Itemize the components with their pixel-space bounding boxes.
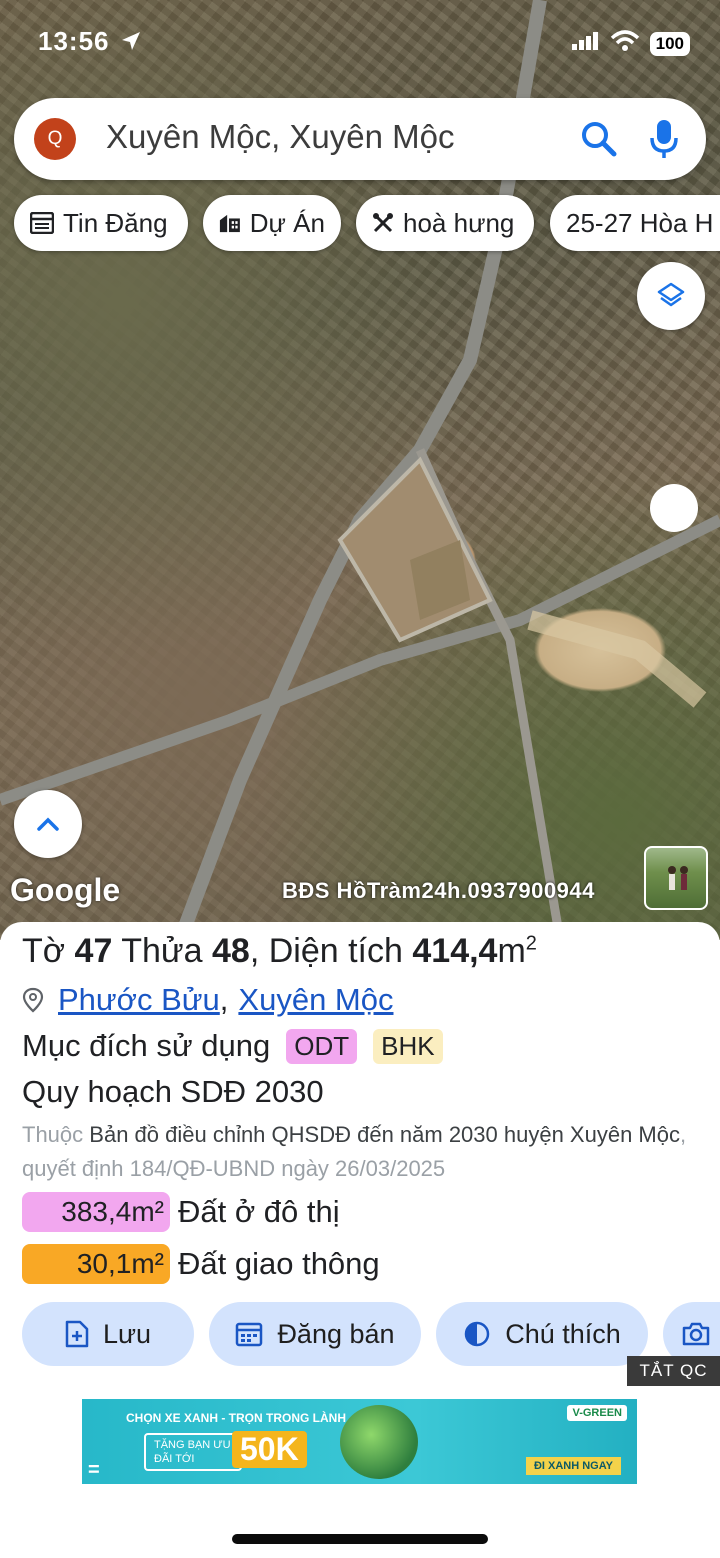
area-label: , Diện tích bbox=[249, 932, 403, 970]
legend-button[interactable]: Chú thích bbox=[436, 1302, 648, 1366]
area-value-residential: 383,4m² bbox=[22, 1192, 170, 1232]
chip-du-an[interactable]: Dự Án bbox=[203, 195, 341, 251]
chevron-up-icon bbox=[37, 817, 59, 831]
to-value: 47 bbox=[74, 932, 113, 970]
map-watermark: BĐS HồTràm24h.0937900944 bbox=[282, 878, 595, 903]
save-label: Lưu bbox=[102, 1318, 152, 1349]
chip-label: Tin Đăng bbox=[63, 207, 168, 238]
layers-icon bbox=[657, 282, 685, 307]
action-buttons: Lưu Đăng bán Chú thích bbox=[22, 1302, 720, 1366]
layers-button[interactable] bbox=[637, 262, 705, 330]
location-arrow-icon bbox=[120, 30, 142, 57]
planning-title: Quy hoạch SDĐ 2030 bbox=[22, 1074, 324, 1109]
contrast-icon bbox=[464, 1321, 490, 1347]
area-breakdown-residential: 383,4m² Đất ở đô thị bbox=[22, 1192, 340, 1232]
signal-icon bbox=[571, 32, 600, 55]
desc-main[interactable]: Bản đồ điều chỉnh QHSDĐ đến năm 2030 huy… bbox=[89, 1122, 680, 1147]
wifi-icon bbox=[610, 30, 640, 57]
chip-tin-dang[interactable]: Tin Đăng bbox=[14, 195, 188, 251]
search-input[interactable]: Xuyên Mộc, Xuyên Mộc bbox=[106, 118, 455, 156]
ad-brand: V-GREEN bbox=[567, 1405, 627, 1421]
chip-address[interactable]: 25-27 Hòa H bbox=[550, 195, 720, 251]
close-ad-button[interactable]: TẮT QC bbox=[627, 1356, 720, 1386]
thua-value: 48 bbox=[212, 932, 250, 970]
legend-label: Chú thích bbox=[505, 1318, 621, 1349]
area-unit-sup: 2 bbox=[525, 932, 537, 955]
ad-banner[interactable]: CHỌN XE XANH - TRỌN TRONG LÀNH TẶNG BẠN … bbox=[82, 1399, 637, 1484]
post-sale-label: Đăng bán bbox=[277, 1318, 395, 1349]
location-separator: , bbox=[219, 982, 229, 1017]
desc-prefix: Thuộc bbox=[22, 1122, 84, 1147]
camera-icon bbox=[682, 1322, 709, 1346]
location-pin-icon bbox=[22, 987, 44, 1013]
chip-label: Dự Án bbox=[249, 207, 325, 238]
parcel-title: Tờ 47 Thửa 48, Diện tích 414,4m2 bbox=[22, 932, 537, 971]
chip-label: hoà hưng bbox=[403, 207, 515, 238]
status-time: 13:56 bbox=[38, 26, 110, 56]
area-unit: m bbox=[497, 932, 526, 970]
district-link[interactable]: Xuyên Mộc bbox=[238, 982, 393, 1018]
calendar-icon bbox=[236, 1322, 263, 1347]
area-label-traffic: Đất giao thông bbox=[178, 1246, 380, 1281]
area-value-traffic: 30,1m² bbox=[22, 1244, 170, 1284]
purpose-badge-odt: ODT bbox=[286, 1028, 358, 1064]
purpose-label: Mục đích sử dụng bbox=[22, 1028, 271, 1063]
search-bar[interactable]: Q Xuyên Mộc, Xuyên Mộc bbox=[14, 98, 706, 180]
google-logo: Google bbox=[10, 872, 121, 908]
ward-link[interactable]: Phước Bửu bbox=[58, 982, 220, 1018]
expand-up-button[interactable] bbox=[14, 790, 82, 858]
battery-indicator: 100 bbox=[649, 31, 690, 56]
parcel-location: Phước Bửu, Xuyên Mộc bbox=[22, 982, 393, 1018]
chip-label: 25-27 Hòa H bbox=[566, 207, 714, 238]
area-label-residential: Đất ở đô thị bbox=[178, 1194, 340, 1229]
save-icon bbox=[65, 1320, 89, 1348]
area-value: 414,4 bbox=[412, 932, 498, 970]
planning-description: Thuộc Bản đồ điều chỉnh QHSDĐ đến năm 20… bbox=[22, 1118, 712, 1186]
ad-offer-value: 50K bbox=[232, 1431, 307, 1468]
photo-thumbnail[interactable] bbox=[644, 846, 708, 910]
area-breakdown-traffic: 30,1m² Đất giao thông bbox=[22, 1244, 380, 1284]
map-marker-dot[interactable] bbox=[650, 484, 698, 532]
ad-menu-icon: = bbox=[88, 1459, 100, 1481]
post-sale-button[interactable]: Đăng bán bbox=[209, 1302, 421, 1366]
globe-icon bbox=[340, 1405, 418, 1479]
building-icon bbox=[219, 214, 240, 233]
ad-headline: CHỌN XE XANH - TRỌN TRONG LÀNH bbox=[126, 1411, 346, 1425]
land-use-purpose: Mục đích sử dụng ODT BHK bbox=[22, 1028, 443, 1064]
ad-offer-text: TẶNG BẠN ƯU ĐÃI TỚI bbox=[144, 1433, 242, 1471]
save-button[interactable]: Lưu bbox=[22, 1302, 194, 1366]
app-logo[interactable]: Q bbox=[34, 118, 76, 160]
listing-icon bbox=[30, 212, 54, 234]
status-bar: 13:56 100 bbox=[0, 26, 720, 62]
search-icon[interactable] bbox=[580, 120, 618, 158]
home-indicator[interactable] bbox=[232, 1534, 488, 1544]
chip-hoa-hung[interactable]: hoà hưng bbox=[356, 195, 534, 251]
crossed-tools-icon bbox=[373, 213, 393, 233]
people-photo-icon bbox=[668, 866, 688, 890]
filter-chips: Tin Đăng Dự Án hoà hưng 25-27 Hòa H bbox=[14, 195, 720, 251]
ad-cta-button[interactable]: ĐI XANH NGAY bbox=[525, 1457, 621, 1475]
thua-label: Thửa bbox=[121, 932, 203, 970]
to-label: Tờ bbox=[22, 932, 66, 970]
microphone-icon[interactable] bbox=[648, 118, 680, 160]
purpose-badge-bhk: BHK bbox=[373, 1028, 443, 1064]
